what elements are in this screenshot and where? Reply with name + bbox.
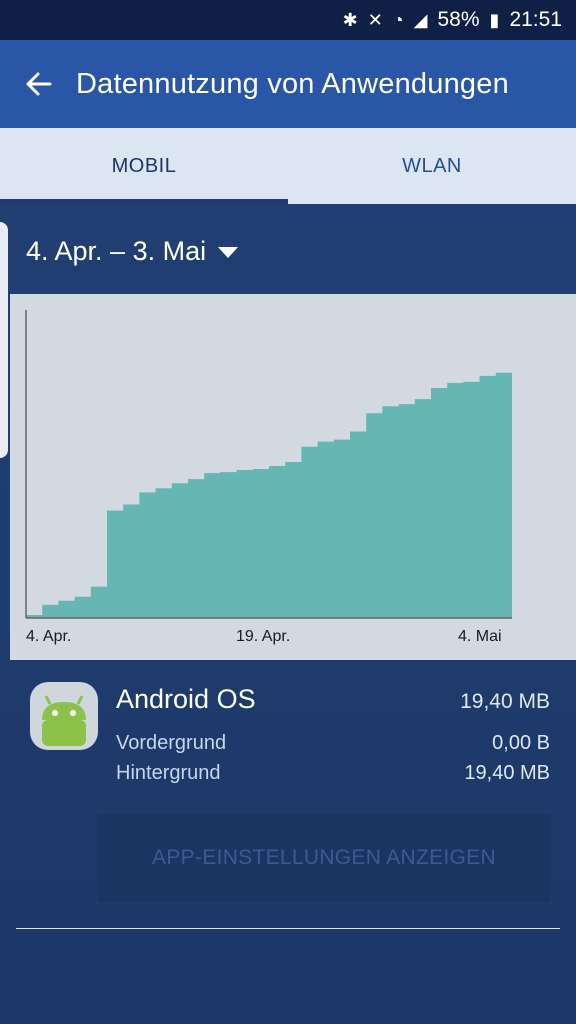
tab-mobil[interactable]: MOBIL	[0, 128, 288, 204]
status-bar: ✱ ✕ ◔ ◢ 58% ▮ 21:51	[0, 0, 576, 40]
date-range-label: 4. Apr. – 3. Mai	[26, 235, 207, 266]
app-total-usage: 19,40 MB	[460, 690, 550, 713]
foreground-label: Vordergrund	[116, 732, 227, 754]
date-range-dropdown[interactable]: 4. Apr. – 3. Mai	[26, 222, 239, 280]
x-tick-label-end: 4. Mai	[458, 628, 502, 645]
background-label: Hintergrund	[116, 762, 221, 784]
x-tick-label-start: 4. Apr.	[26, 628, 72, 645]
battery-icon: ▮	[489, 10, 500, 30]
arrow-left-icon	[26, 72, 52, 96]
mute-icon: ✕	[367, 10, 383, 30]
usage-chart: 4. Apr. 19. Apr. 4. Mai	[10, 294, 576, 660]
wifi-icon: ◔	[392, 10, 404, 30]
edge-panel-handle[interactable]	[0, 222, 8, 458]
chevron-down-icon	[218, 246, 239, 258]
app-name: Android OS	[116, 684, 256, 714]
app-usage-row: Android OS 19,40 MB Vordergrund 0,00 B H…	[0, 676, 576, 788]
usage-area-series	[26, 369, 512, 618]
usage-chart-svg	[25, 310, 512, 619]
battery-percent: 58%	[437, 8, 480, 31]
tab-wlan[interactable]: WLAN	[288, 128, 576, 204]
android-icon	[30, 682, 98, 750]
back-button[interactable]	[0, 40, 76, 128]
bluetooth-icon: ✱	[342, 10, 358, 30]
x-tick-label-mid: 19. Apr.	[236, 628, 291, 645]
background-value: 19,40 MB	[464, 762, 550, 784]
signal-icon: ◢	[413, 10, 428, 30]
divider	[16, 928, 560, 929]
app-settings-button[interactable]: APP-EINSTELLUNGEN ANZEIGEN	[98, 814, 550, 902]
clock: 21:51	[509, 8, 562, 31]
page-title: Datennutzung von Anwendungen	[76, 67, 509, 100]
tab-bar: MOBIL WLAN	[0, 128, 576, 204]
foreground-value: 0,00 B	[492, 732, 550, 754]
app-bar: Datennutzung von Anwendungen	[0, 40, 576, 128]
